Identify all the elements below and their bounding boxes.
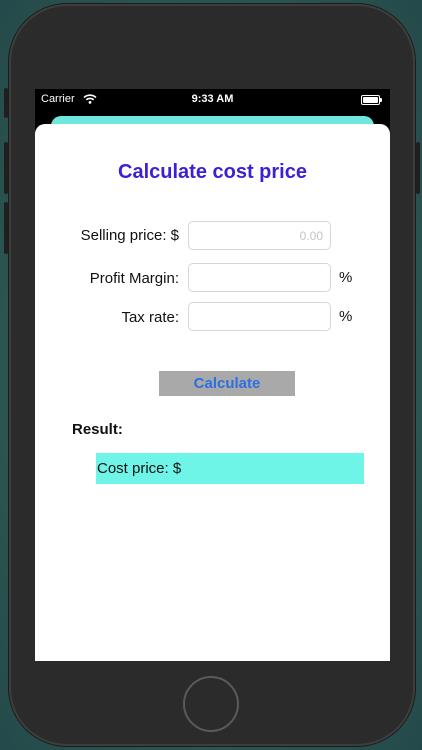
result-output: Cost price: $ bbox=[96, 453, 364, 484]
page-title: Calculate cost price bbox=[118, 161, 307, 183]
tax-rate-label: Tax rate: bbox=[121, 309, 179, 326]
profit-margin-unit: % bbox=[339, 269, 353, 286]
status-bar: Carrier 9:33 AM bbox=[35, 89, 390, 111]
calculate-button[interactable]: Calculate bbox=[159, 371, 295, 396]
calculator-sheet: Calculate cost price Selling price: $ Pr… bbox=[35, 124, 390, 661]
volume-down-button bbox=[4, 202, 8, 254]
volume-up-button bbox=[4, 142, 8, 194]
home-button[interactable] bbox=[183, 676, 239, 732]
selling-price-input[interactable] bbox=[188, 221, 331, 250]
power-button bbox=[416, 142, 420, 194]
status-time: 9:33 AM bbox=[191, 93, 234, 105]
battery-icon bbox=[361, 95, 382, 105]
screen: Carrier 9:33 AM Calculate cost price Sel… bbox=[35, 89, 390, 661]
profit-margin-input[interactable] bbox=[188, 263, 331, 292]
selling-price-label: Selling price: $ bbox=[80, 227, 179, 244]
profit-margin-label: Profit Margin: bbox=[89, 270, 179, 287]
tax-rate-unit: % bbox=[339, 308, 353, 325]
result-label: Result: bbox=[72, 421, 123, 438]
tax-rate-input[interactable] bbox=[188, 302, 331, 331]
mute-switch bbox=[4, 88, 8, 118]
